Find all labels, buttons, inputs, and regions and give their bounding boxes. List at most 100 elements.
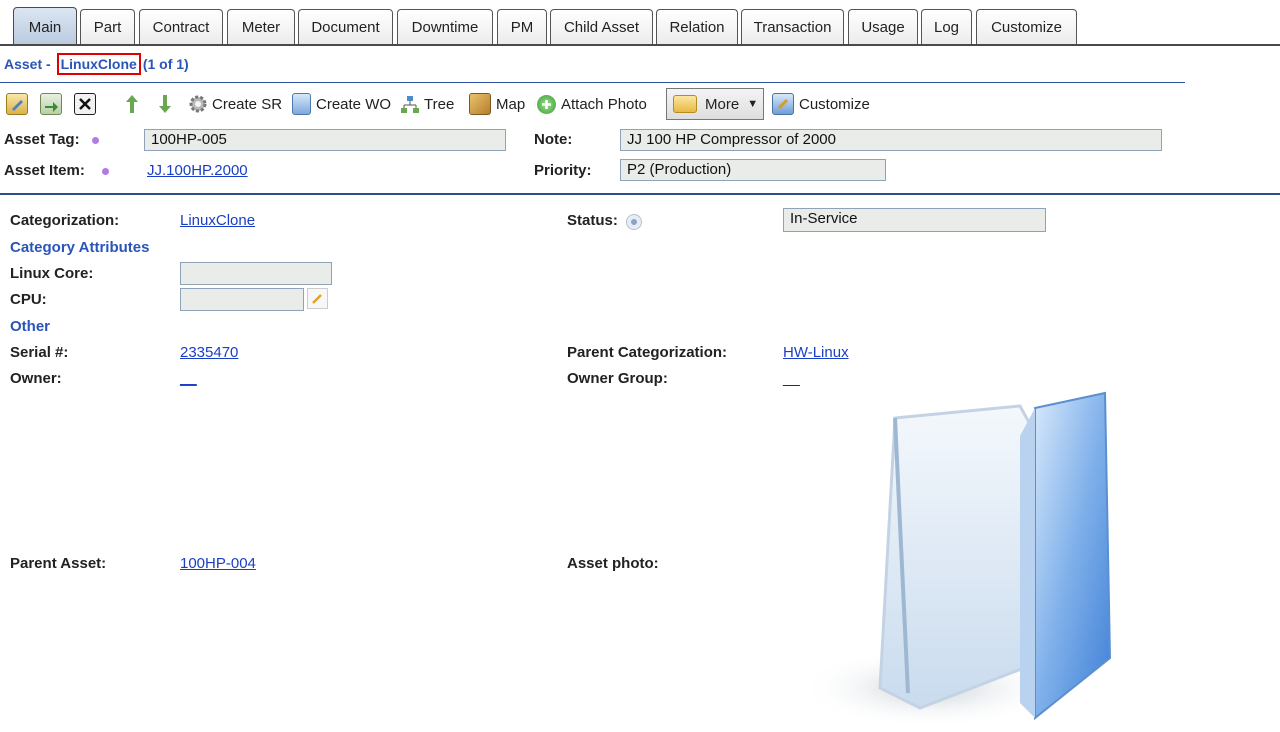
parent-categorization-link[interactable]: HW-Linux xyxy=(783,344,849,361)
tab-label: Customize xyxy=(991,18,1062,36)
cpu-input[interactable] xyxy=(180,288,304,311)
tab-main[interactable]: Main xyxy=(13,7,77,46)
tab-document[interactable]: Document xyxy=(298,9,393,44)
asset-photo-label: Asset photo: xyxy=(567,555,659,572)
tab-log[interactable]: Log xyxy=(921,9,972,44)
delete-button[interactable] xyxy=(74,90,96,118)
linux-core-label: Linux Core: xyxy=(10,265,94,282)
linux-core-input[interactable] xyxy=(180,262,332,285)
category-attributes-heading: Category Attributes xyxy=(10,239,150,256)
tab-label: Contract xyxy=(152,18,210,36)
owner-link[interactable]: __ xyxy=(180,370,197,387)
tab-label: Child Asset xyxy=(563,18,640,36)
asset-header: Asset - LinuxClone (1 of 1) xyxy=(4,53,189,75)
tab-child-asset[interactable]: Child Asset xyxy=(550,9,653,44)
asset-tag-field[interactable]: 100HP-005 xyxy=(144,129,506,151)
asset-name-link[interactable]: LinuxClone xyxy=(56,53,141,75)
note-label: Note: xyxy=(534,131,573,148)
map-button[interactable]: Map xyxy=(469,90,525,118)
gear-icon xyxy=(187,94,207,114)
customize-label: Customize xyxy=(799,95,870,113)
tab-contract[interactable]: Contract xyxy=(139,9,223,44)
tree-button[interactable]: Tree xyxy=(399,90,454,118)
map-label: Map xyxy=(496,95,526,113)
customize-button[interactable]: Customize xyxy=(772,90,870,118)
customize-icon xyxy=(772,93,794,115)
tab-transaction[interactable]: Transaction xyxy=(741,9,844,44)
tab-downtime[interactable]: Downtime xyxy=(397,9,493,44)
tab-part[interactable]: Part xyxy=(80,9,135,44)
more-dropdown[interactable]: More ▼ xyxy=(666,88,764,120)
create-sr-button[interactable]: Create SR xyxy=(187,90,282,118)
more-label: More xyxy=(705,95,740,113)
attach-photo-button[interactable]: Attach Photo xyxy=(537,90,647,118)
tab-label: Document xyxy=(311,18,380,36)
other-heading: Other xyxy=(10,318,51,335)
create-sr-label: Create SR xyxy=(212,95,283,113)
parent-categorization-label: Parent Categorization: xyxy=(567,344,728,361)
edit-icon xyxy=(6,93,28,115)
tab-divider xyxy=(0,44,1280,46)
copy-button[interactable] xyxy=(40,90,62,118)
move-up-button[interactable] xyxy=(122,90,142,118)
tab-pm[interactable]: PM xyxy=(497,9,547,44)
section-divider xyxy=(0,193,1280,195)
tab-label: Relation xyxy=(669,18,725,36)
tab-bar: Main Part Contract Meter Document Downti… xyxy=(0,0,1280,46)
cpu-label: CPU: xyxy=(10,291,47,308)
tab-customize[interactable]: Customize xyxy=(976,9,1077,44)
status-field[interactable]: In-Service xyxy=(783,208,1046,232)
tree-label: Tree xyxy=(424,95,455,113)
required-indicator-icon xyxy=(92,137,99,144)
tab-relation[interactable]: Relation xyxy=(656,9,738,44)
attach-photo-label: Attach Photo xyxy=(561,95,647,113)
copy-icon xyxy=(40,93,62,115)
note-field[interactable]: JJ 100 HP Compressor of 2000 xyxy=(620,129,1162,151)
status-info-icon[interactable] xyxy=(626,214,642,230)
close-icon xyxy=(74,93,96,115)
header-prefix: Asset - xyxy=(4,56,55,72)
serial-link[interactable]: 2335470 xyxy=(180,344,238,361)
tab-usage[interactable]: Usage xyxy=(848,9,918,44)
priority-field[interactable]: P2 (Production) xyxy=(620,159,886,181)
record-count: (1 of 1) xyxy=(142,56,189,72)
owner-group-label: Owner Group: xyxy=(567,370,668,387)
tab-label: Transaction xyxy=(753,18,832,36)
owner-label: Owner: xyxy=(10,370,62,387)
pencil-icon[interactable] xyxy=(307,288,328,309)
tab-label: Downtime xyxy=(411,18,479,36)
map-icon xyxy=(469,93,491,115)
asset-item-label: Asset Item: xyxy=(4,162,85,179)
serial-label: Serial #: xyxy=(10,344,69,361)
tab-label: Part xyxy=(93,18,122,36)
create-wo-button[interactable]: Create WO xyxy=(292,90,391,118)
asset-photo-folder-icon[interactable] xyxy=(800,388,1120,728)
categorization-label: Categorization: xyxy=(10,212,120,229)
categorization-link[interactable]: LinuxClone xyxy=(180,212,255,229)
asset-item-link[interactable]: JJ.100HP.2000 xyxy=(147,162,248,179)
tab-label: Usage xyxy=(861,18,905,36)
document-icon xyxy=(292,93,311,115)
tab-label: Main xyxy=(28,18,62,36)
required-indicator-icon xyxy=(102,168,109,175)
asset-tag-label: Asset Tag: xyxy=(4,131,80,148)
tab-label: Meter xyxy=(241,18,281,36)
add-circle-icon xyxy=(537,94,556,114)
parent-asset-link[interactable]: 100HP-004 xyxy=(180,555,256,572)
edit-button[interactable] xyxy=(6,90,28,118)
header-underline xyxy=(0,82,1185,83)
tab-label: Log xyxy=(933,18,960,36)
arrow-down-icon xyxy=(155,94,175,114)
tab-label: PM xyxy=(510,18,534,36)
owner-group-value: __ xyxy=(783,370,800,387)
folder-icon xyxy=(673,95,697,113)
create-wo-label: Create WO xyxy=(316,95,392,113)
status-label: Status: xyxy=(567,212,618,229)
move-down-button[interactable] xyxy=(155,90,175,118)
arrow-up-icon xyxy=(122,94,142,114)
parent-asset-label: Parent Asset: xyxy=(10,555,107,572)
chevron-down-icon: ▼ xyxy=(747,98,759,110)
tab-meter[interactable]: Meter xyxy=(227,9,295,44)
priority-label: Priority: xyxy=(534,162,592,179)
tree-icon xyxy=(399,94,419,114)
